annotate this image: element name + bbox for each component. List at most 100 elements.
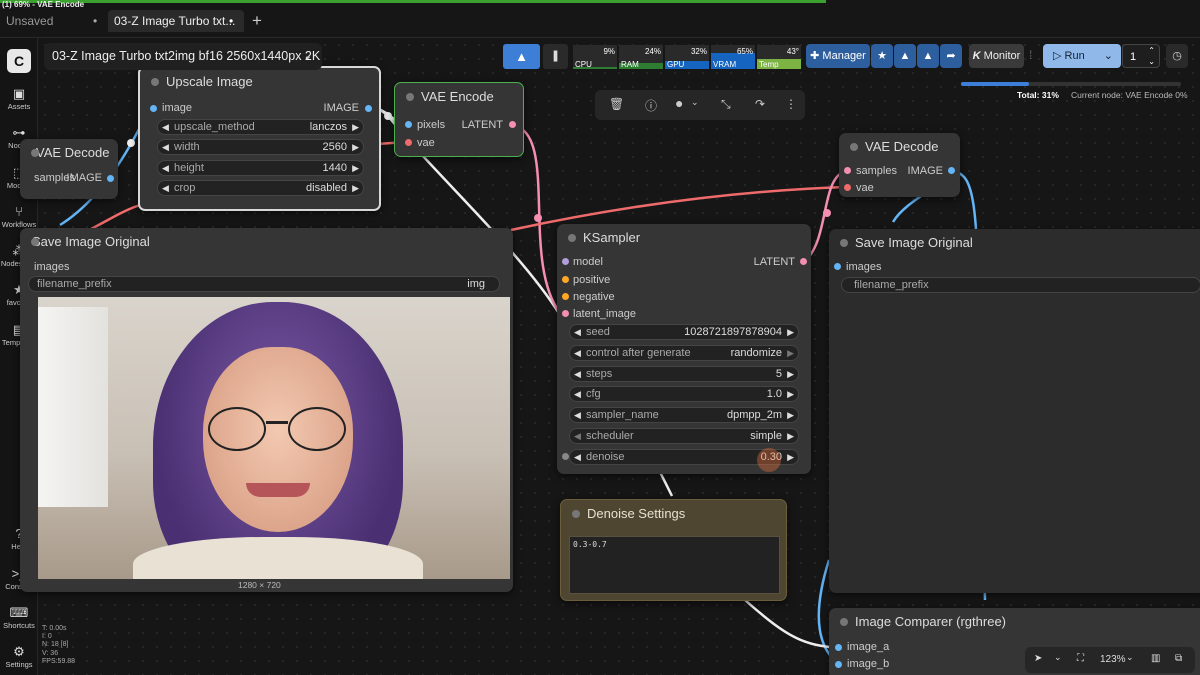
gear-icon: ⚙ bbox=[13, 644, 25, 659]
bypass-icon[interactable]: ↷ bbox=[755, 97, 765, 111]
slot-image-out: IMAGE bbox=[907, 165, 943, 177]
keyboard-icon: ⌨ bbox=[9, 605, 29, 620]
history-icon: ◷ bbox=[1172, 50, 1182, 62]
node-denoise-settings[interactable]: Denoise Settings 0.3-0.7 bbox=[560, 499, 787, 601]
input-dot[interactable] bbox=[562, 276, 569, 283]
slot-model: model bbox=[573, 256, 603, 268]
stat-ram: 24% RAM bbox=[619, 45, 663, 69]
new-tab-button[interactable]: + bbox=[252, 10, 262, 32]
link-visibility-icon[interactable]: ⧉ bbox=[1175, 653, 1182, 664]
info-icon[interactable]: ⓘ bbox=[645, 97, 657, 114]
minimap-icon[interactable]: ▥ bbox=[1151, 653, 1160, 664]
zoom-level[interactable]: 123% bbox=[1100, 654, 1126, 665]
sidebar-item-assets[interactable]: ▣ Assets bbox=[0, 86, 38, 111]
share-button[interactable]: ➦ bbox=[940, 44, 962, 68]
input-dot[interactable] bbox=[835, 661, 842, 668]
output-dot[interactable] bbox=[948, 167, 955, 174]
slot-positive: positive bbox=[573, 274, 611, 286]
tab-active-dot: • bbox=[229, 14, 234, 28]
input-dot[interactable] bbox=[835, 644, 842, 651]
sidebar-item-workflows[interactable]: ⑂ Workflows bbox=[0, 204, 38, 229]
widget-width[interactable]: ◀ width 2560 ▶ bbox=[157, 139, 364, 155]
glasses-right bbox=[288, 407, 346, 451]
input-dot[interactable] bbox=[562, 258, 569, 265]
chevron-down-icon[interactable]: ⌄ bbox=[691, 97, 699, 108]
node-upscale-image[interactable]: Upscale Image image IMAGE ◀ upscale_metho… bbox=[138, 66, 381, 211]
comfy-logo-icon[interactable]: C bbox=[7, 49, 31, 73]
selection-toolbox: 🗑 ⓘ ● ⌄ ⤡ ↷ ⋮ bbox=[595, 90, 805, 120]
widget-upscale-method[interactable]: ◀ upscale_method lanczos ▶ bbox=[157, 119, 364, 135]
widget-height[interactable]: ◀ height 1440 ▶ bbox=[157, 160, 364, 176]
drag-handle-icon[interactable]: ⁞ bbox=[1029, 48, 1032, 62]
stat-cpu: 9% CPU bbox=[573, 45, 617, 69]
history-button[interactable]: ◷ bbox=[1166, 44, 1188, 68]
node-vae-encode[interactable]: VAE Encode pixels vae LATENT bbox=[394, 82, 524, 157]
more-icon[interactable]: ⋮ bbox=[785, 97, 797, 111]
node-title: VAE Decode bbox=[839, 133, 960, 161]
node-ksampler[interactable]: KSampler model positive negative latent_… bbox=[557, 224, 811, 474]
output-dot[interactable] bbox=[509, 121, 516, 128]
widget-crop[interactable]: ◀ crop disabled ▶ bbox=[157, 180, 364, 196]
total-progress-fill bbox=[961, 82, 1030, 86]
input-dot[interactable] bbox=[562, 310, 569, 317]
output-dot[interactable] bbox=[800, 258, 807, 265]
crystools-logo-icon[interactable]: ▲ bbox=[503, 44, 540, 69]
input-dot[interactable] bbox=[844, 184, 851, 191]
stat-temp: 43° Temp bbox=[757, 45, 801, 69]
run-button[interactable]: ▷ Run ⌄ bbox=[1043, 44, 1121, 68]
widget-control-after-generate[interactable]: ◀ control after generate randomize ▶ bbox=[569, 345, 799, 361]
widget-scheduler[interactable]: ◀ scheduler simple ▶ bbox=[569, 428, 799, 444]
workflows-icon: ⑂ bbox=[15, 204, 23, 219]
bookmark-icon[interactable]: ❚ bbox=[543, 44, 568, 69]
input-dot[interactable] bbox=[562, 293, 569, 300]
widget-sampler-name[interactable]: ◀ sampler_name dpmpp_2m ▶ bbox=[569, 407, 799, 423]
input-dot[interactable] bbox=[150, 105, 157, 112]
widget-seed[interactable]: ◀ seed 1028721897878904 ▶ bbox=[569, 324, 799, 340]
widget-filename-prefix[interactable]: filename_prefix img bbox=[28, 276, 500, 292]
model-manager-button[interactable]: ▲ bbox=[917, 44, 939, 68]
trash-icon[interactable]: 🗑 bbox=[609, 97, 624, 111]
node-save-image-left[interactable]: Save Image Original images filename_pref… bbox=[20, 228, 513, 592]
smile bbox=[246, 483, 310, 497]
input-dot[interactable] bbox=[834, 263, 841, 270]
node-title: Save Image Original bbox=[829, 229, 1200, 257]
total-progress-text: Total: 31% bbox=[1017, 90, 1059, 100]
slot-image-a: image_a bbox=[847, 641, 890, 653]
widget-filename-prefix[interactable]: filename_prefix bbox=[841, 277, 1200, 293]
fit-view-icon[interactable]: ⛶ bbox=[1077, 653, 1084, 664]
node-vae-decode-left[interactable]: VAE Decode samples IMAGE bbox=[20, 139, 118, 199]
monitor-icon: K bbox=[972, 50, 981, 62]
node-title: Upscale Image bbox=[140, 68, 379, 96]
input-dot[interactable] bbox=[844, 167, 851, 174]
queue-count-input[interactable]: 1 ⌃ ⌄ bbox=[1122, 44, 1160, 68]
collapse-icon[interactable]: ⤡ bbox=[721, 97, 731, 112]
node-save-image-right[interactable]: Save Image Original images filename_pref… bbox=[829, 229, 1200, 593]
pointer-icon[interactable]: ➤ bbox=[1034, 653, 1042, 664]
node-vae-decode-right[interactable]: VAE Decode samples vae IMAGE bbox=[839, 133, 960, 197]
tab-unsaved-workflow[interactable]: Unsaved Workflow bbox=[0, 10, 108, 50]
input-dot[interactable] bbox=[405, 139, 412, 146]
star-button[interactable]: ★ bbox=[871, 44, 893, 68]
output-dot[interactable] bbox=[107, 175, 114, 182]
input-dot[interactable] bbox=[562, 453, 569, 460]
note-text[interactable]: 0.3-0.7 bbox=[569, 536, 780, 594]
chevron-down-icon[interactable]: ⌄ bbox=[1126, 652, 1134, 663]
execution-progress-line bbox=[0, 0, 826, 3]
chevron-down-icon[interactable]: ⌄ bbox=[1054, 652, 1062, 663]
slot-samples: samples bbox=[856, 165, 897, 177]
chevron-down-icon[interactable]: ⌄ bbox=[1104, 44, 1113, 68]
manager-button[interactable]: ✚ Manager bbox=[806, 44, 870, 68]
workflow-name-dropdown[interactable]: 03-Z Image Turbo txt2img bf16 2560x1440p… bbox=[44, 43, 322, 70]
output-dot[interactable] bbox=[365, 105, 372, 112]
sidebar-item-shortcuts[interactable]: ⌨ Shortcuts bbox=[0, 605, 38, 630]
decrement-icon[interactable]: ⌄ bbox=[1148, 50, 1155, 74]
widget-steps[interactable]: ◀ steps 5 ▶ bbox=[569, 366, 799, 382]
color-picker-icon[interactable]: ● bbox=[675, 95, 683, 111]
tab-active-workflow[interactable]: 03-Z Image Turbo txt... bbox=[108, 10, 244, 32]
custom-nodes-button[interactable]: ▲ bbox=[894, 44, 916, 68]
monitor-button[interactable]: K Monitor bbox=[969, 44, 1024, 68]
sidebar-item-settings[interactable]: ⚙ Settings bbox=[0, 644, 38, 669]
input-dot[interactable] bbox=[405, 121, 412, 128]
cursor-highlight bbox=[757, 448, 781, 472]
widget-cfg[interactable]: ◀ cfg 1.0 ▶ bbox=[569, 386, 799, 402]
